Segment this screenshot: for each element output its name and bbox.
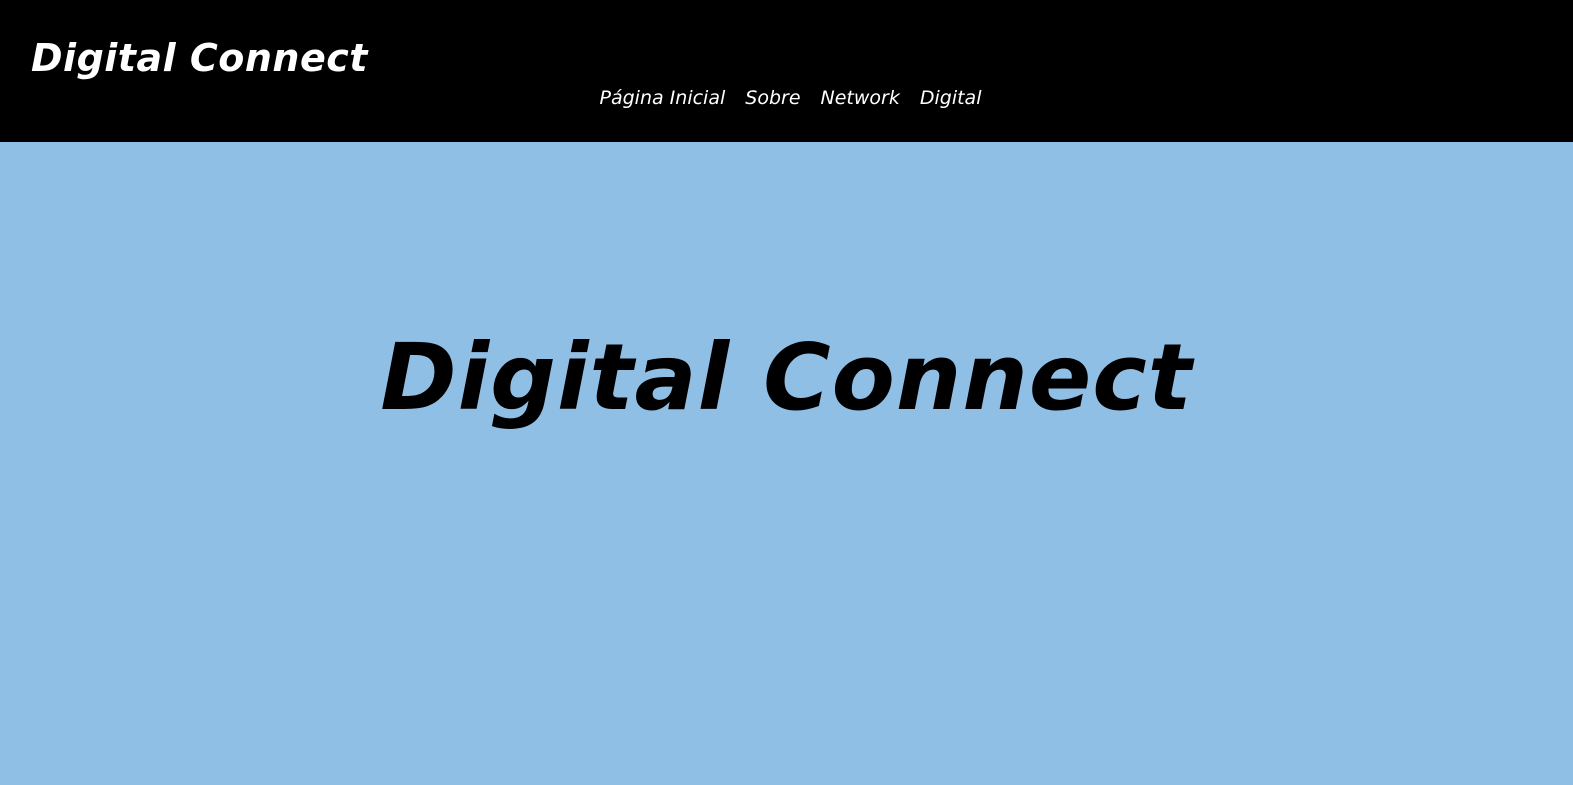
nav-link-sobre[interactable]: Sobre <box>745 84 800 112</box>
nav-link-pagina-inicial[interactable]: Página Inicial <box>600 84 726 112</box>
page: Digital Connect Página Inicial Sobre Net… <box>0 0 1573 785</box>
brand-logo-text[interactable]: Digital Connect <box>31 34 368 82</box>
nav-link-network[interactable]: Network <box>821 84 900 112</box>
site-header: Digital Connect Página Inicial Sobre Net… <box>0 0 1573 142</box>
nav-link-digital[interactable]: Digital <box>920 84 982 112</box>
hero-title: Digital Connect <box>380 324 1193 431</box>
main-nav: Página Inicial Sobre Network Digital <box>0 84 1573 112</box>
